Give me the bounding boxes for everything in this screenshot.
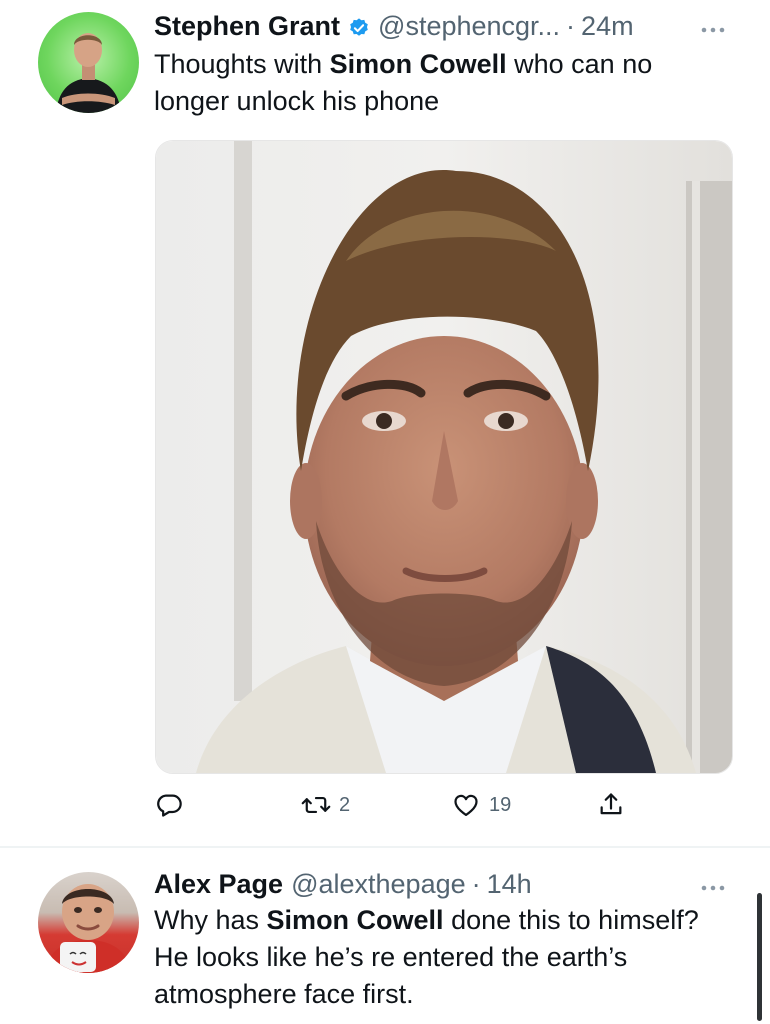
retweet-icon	[301, 791, 331, 819]
retweet-button[interactable]: 2	[301, 788, 350, 822]
like-button[interactable]: 19	[451, 788, 511, 822]
share-button[interactable]	[597, 788, 625, 822]
more-options-icon[interactable]	[700, 879, 726, 891]
reply-button[interactable]	[155, 788, 191, 822]
tweet[interactable]: Stephen Grant @stephencgr... · 24m Thoug…	[0, 0, 770, 846]
separator-dot: ·	[566, 10, 576, 41]
mention-name: Simon Cowell	[266, 905, 444, 935]
author-name[interactable]: Stephen Grant	[154, 11, 340, 42]
share-icon	[597, 791, 625, 819]
tweet-text: Why has Simon Cowell done this to himsel…	[154, 902, 730, 1013]
tweet[interactable]: Alex Page @alexthepage · 14h Why has Sim…	[0, 848, 770, 1024]
retweet-count: 2	[339, 793, 351, 816]
reply-icon	[155, 791, 183, 819]
scrollbar-thumb[interactable]	[757, 893, 762, 1021]
author-name[interactable]: Alex Page	[154, 869, 283, 900]
tweet-timestamp[interactable]: 24m	[581, 11, 634, 42]
avatar-person-illustration	[56, 33, 121, 113]
author-handle[interactable]: @alexthepage	[291, 869, 466, 900]
photo-portrait	[156, 141, 732, 773]
tweet-header: Stephen Grant @stephencgr... · 24m	[154, 8, 634, 44]
tweet-timestamp[interactable]: 14h	[487, 869, 532, 900]
tweet-photo[interactable]	[155, 140, 733, 774]
mention-name: Simon Cowell	[329, 49, 507, 79]
tweet-actions: 2 19	[155, 788, 635, 822]
tweet-text-part: Thoughts with	[154, 49, 330, 79]
heart-icon	[451, 791, 481, 819]
tweet-text-part: Why has	[154, 905, 267, 935]
author-avatar[interactable]	[38, 12, 139, 113]
separator-dot: ·	[471, 868, 481, 899]
more-options-icon[interactable]	[700, 21, 726, 33]
verified-badge-icon	[348, 15, 370, 37]
avatar-person-illustration	[44, 884, 132, 973]
like-count: 19	[489, 793, 512, 816]
tweet-text: Thoughts with Simon Cowell who can no lo…	[154, 46, 730, 120]
tweet-header: Alex Page @alexthepage · 14h	[154, 866, 532, 902]
author-avatar[interactable]	[38, 872, 139, 973]
author-handle[interactable]: @stephencgr...	[378, 11, 560, 42]
